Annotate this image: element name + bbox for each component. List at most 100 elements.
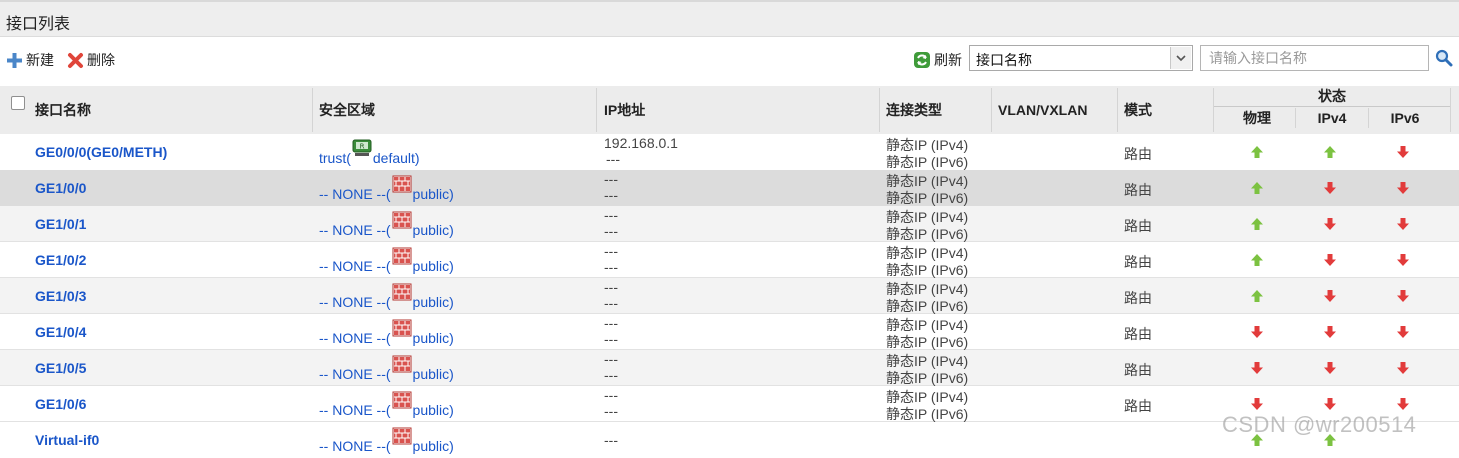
zone-prefix: -- NONE --( bbox=[319, 222, 391, 238]
security-zone-link[interactable]: -- NONE --( public) bbox=[319, 211, 454, 238]
security-zone-link[interactable]: -- NONE --(public) bbox=[319, 319, 454, 346]
ipv6-status-arrow-down-icon bbox=[1396, 253, 1410, 267]
zone-suffix: public) bbox=[412, 222, 454, 238]
interface-name-link[interactable]: GE0/0/0(GE0/METH) bbox=[35, 144, 167, 160]
interface-name-link[interactable]: GE1/0/6 bbox=[35, 396, 86, 412]
ip-address-v6: --- bbox=[604, 331, 618, 347]
connection-type-v6: 静态IP (IPv6) bbox=[886, 262, 969, 278]
physical-status-arrow-down-icon bbox=[1250, 397, 1264, 411]
interface-name-link[interactable]: GE1/0/3 bbox=[35, 288, 86, 304]
ipv4-status-arrow-down-icon bbox=[1323, 361, 1337, 375]
delete-button[interactable]: 删除 bbox=[67, 50, 115, 70]
firewall-icon bbox=[391, 283, 413, 310]
column-header-ip[interactable]: IP地址 bbox=[604, 86, 645, 134]
interface-name-link[interactable]: GE1/0/5 bbox=[35, 360, 86, 376]
ipv4-status-arrow-down-icon bbox=[1323, 181, 1337, 195]
table-row[interactable]: GE1/0/5 -- NONE --(public) --- --- 静态IP (IPv… bbox=[0, 350, 1459, 386]
table-row[interactable]: Virtual-if0 -- NONE --(public) --- bbox=[0, 422, 1459, 458]
interface-name-link[interactable]: GE1/0/4 bbox=[35, 324, 86, 340]
mode-value: 路由 bbox=[1124, 398, 1152, 414]
table-row[interactable]: GE0/0/0(GE0/METH) trust(Rdefault) 192.168.… bbox=[0, 134, 1459, 170]
physical-status-arrow-up-icon bbox=[1250, 433, 1264, 447]
search-input[interactable] bbox=[1200, 45, 1429, 71]
table-row[interactable]: GE1/0/4 -- NONE --(public) --- --- 静态IP (IPv… bbox=[0, 314, 1459, 350]
column-header-vlan[interactable]: VLAN/VXLAN bbox=[998, 86, 1087, 134]
ipv4-status-arrow-down-icon bbox=[1323, 289, 1337, 303]
ipv6-status-arrow-down-icon bbox=[1396, 361, 1410, 375]
zone-prefix: -- NONE --( bbox=[319, 294, 391, 310]
table-row[interactable]: GE1/0/2 -- NONE --(public) --- --- 静态IP (IPv… bbox=[0, 242, 1459, 278]
filter-field-value: 接口名称 bbox=[976, 52, 1032, 68]
ip-address-v4: --- bbox=[604, 207, 618, 223]
new-button-label: 新建 bbox=[26, 52, 54, 68]
table-row[interactable]: GE1/0/3 -- NONE --(public) --- --- 静态IP (IPv… bbox=[0, 278, 1459, 314]
security-zone-link[interactable]: -- NONE --(public) bbox=[319, 283, 454, 310]
ipv4-status-arrow-up-icon bbox=[1323, 433, 1337, 447]
zone-prefix: -- NONE --( bbox=[319, 258, 391, 274]
column-divider bbox=[879, 88, 880, 132]
delete-icon bbox=[67, 52, 87, 69]
column-divider bbox=[596, 88, 597, 132]
column-divider bbox=[991, 88, 992, 132]
connection-type-v6: 静态IP (IPv6) bbox=[886, 226, 969, 242]
connection-type-v6: 静态IP (IPv6) bbox=[886, 406, 969, 422]
ip-address-v6: --- bbox=[604, 187, 618, 203]
security-zone-link[interactable]: -- NONE --(public) bbox=[319, 427, 454, 454]
security-zone-link[interactable]: -- NONE --( public) bbox=[319, 175, 454, 202]
refresh-button[interactable]: 刷新 bbox=[913, 50, 962, 70]
select-all-checkbox[interactable] bbox=[11, 96, 25, 110]
connection-type-v6: 静态IP (IPv6) bbox=[886, 190, 969, 206]
table-row[interactable]: GE1/0/6 -- NONE --(public) --- --- 静态IP (IPv… bbox=[0, 386, 1459, 422]
column-header-conn-type[interactable]: 连接类型 bbox=[886, 86, 942, 134]
security-zone-link[interactable]: -- NONE --(public) bbox=[319, 355, 454, 382]
ip-address-v4: --- bbox=[604, 315, 618, 331]
firewall-icon bbox=[391, 391, 413, 418]
search-icon[interactable] bbox=[1435, 49, 1453, 70]
mode-value: 路由 bbox=[1124, 218, 1152, 234]
zone-suffix: default) bbox=[372, 150, 420, 166]
ip-address-v4: --- bbox=[604, 243, 618, 259]
security-zone-link[interactable]: -- NONE --(public) bbox=[319, 391, 454, 418]
mode-value: 路由 bbox=[1124, 326, 1152, 342]
column-header-name[interactable]: 接口名称 bbox=[35, 86, 91, 134]
connection-type-v6: 静态IP (IPv6) bbox=[886, 298, 969, 314]
zone-suffix: public) bbox=[412, 186, 454, 202]
filter-field-select[interactable]: 接口名称 bbox=[969, 45, 1193, 71]
interface-name-link[interactable]: Virtual-if0 bbox=[35, 432, 99, 448]
column-header-zone[interactable]: 安全区域 bbox=[319, 86, 375, 134]
ipv4-status-arrow-up-icon bbox=[1323, 145, 1337, 159]
zone-suffix: public) bbox=[412, 258, 454, 274]
ip-address-v6: --- bbox=[604, 367, 618, 383]
security-zone-link[interactable]: trust(Rdefault) bbox=[319, 139, 420, 166]
new-button[interactable]: 新建 bbox=[6, 50, 54, 70]
security-zone-link[interactable]: -- NONE --( public) bbox=[319, 247, 454, 274]
column-header-mode[interactable]: 模式 bbox=[1124, 86, 1152, 134]
table-row[interactable]: GE1/0/0 -- NONE --(public) --- --- 静态IP (IPv… bbox=[0, 170, 1459, 206]
table-header: 接口名称 安全区域 IP地址 连接类型 VLAN/VXLAN 模式 状态 物理 … bbox=[0, 86, 1459, 135]
firewall-icon bbox=[391, 247, 413, 274]
firewall-icon bbox=[391, 427, 413, 454]
interface-name-link[interactable]: GE1/0/2 bbox=[35, 252, 86, 268]
refresh-icon bbox=[913, 51, 934, 69]
zone-suffix: public) bbox=[412, 438, 454, 454]
physical-status-arrow-up-icon bbox=[1250, 181, 1264, 195]
ip-address-v4: --- bbox=[604, 351, 618, 367]
vsys-icon: R bbox=[351, 139, 373, 166]
zone-suffix: public) bbox=[412, 402, 454, 418]
mode-value: 路由 bbox=[1124, 146, 1152, 162]
ip-address-v4: --- bbox=[604, 279, 618, 295]
zone-prefix: -- NONE --( bbox=[319, 186, 391, 202]
table-row[interactable]: GE1/0/1 -- NONE --( public) --- --- 静态IP (IPv… bbox=[0, 206, 1459, 242]
column-header-physical: 物理 bbox=[1243, 110, 1271, 126]
column-header-ipv4: IPv4 bbox=[1317, 110, 1347, 126]
physical-status-arrow-down-icon bbox=[1250, 325, 1264, 339]
ip-address-v4: 192.168.0.1 bbox=[604, 135, 678, 151]
ip-address-v6: --- bbox=[604, 223, 618, 239]
interface-name-link[interactable]: GE1/0/1 bbox=[35, 216, 86, 232]
chevron-down-icon[interactable] bbox=[1170, 47, 1191, 69]
connection-type-v6: 静态IP (IPv6) bbox=[886, 154, 969, 170]
column-header-ipv6: IPv6 bbox=[1390, 110, 1420, 126]
column-divider bbox=[1368, 108, 1369, 128]
interface-name-link[interactable]: GE1/0/0 bbox=[35, 180, 86, 196]
ipv4-status-arrow-down-icon bbox=[1323, 325, 1337, 339]
